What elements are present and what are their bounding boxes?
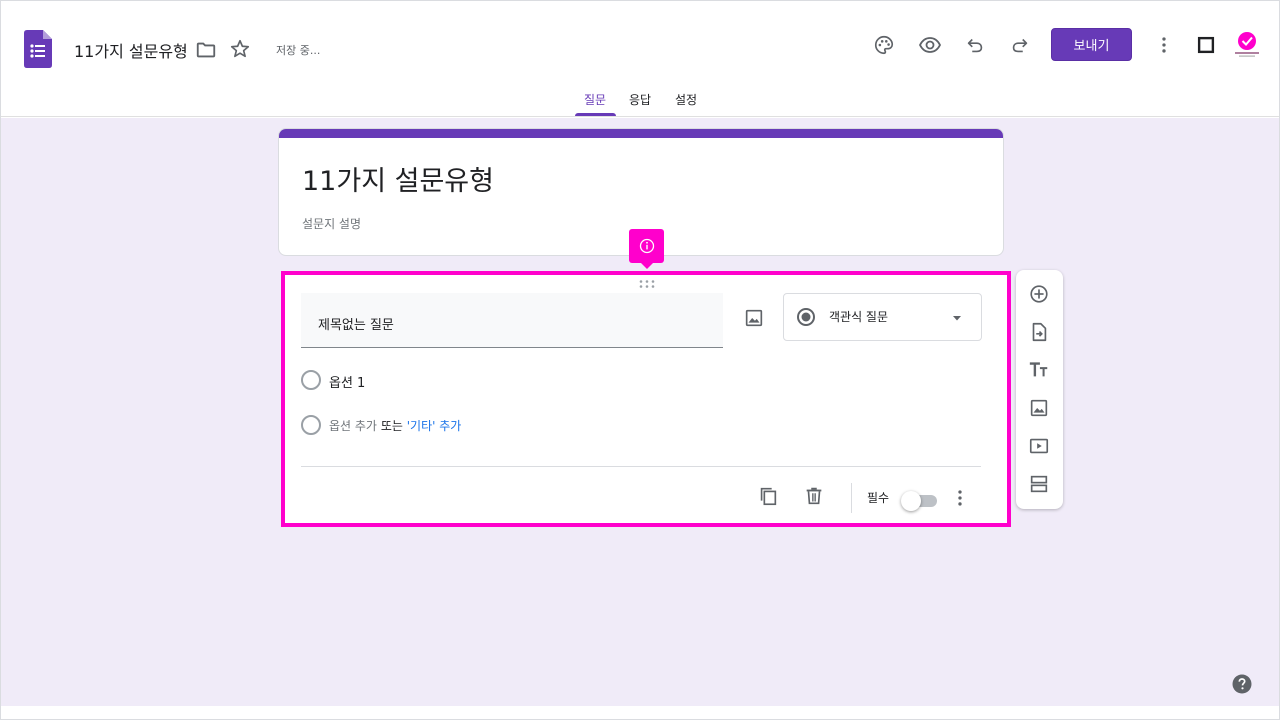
document-title[interactable]: 11가지 설문유형: [74, 38, 188, 62]
option-row[interactable]: 옵션 1: [301, 368, 501, 392]
folder-icon[interactable]: [195, 39, 217, 61]
undo-icon: [967, 38, 983, 53]
info-icon: [639, 238, 654, 254]
import-questions-icon[interactable]: [1028, 321, 1050, 343]
question-type-label: 객관식 질문: [829, 310, 889, 324]
preview-eye-icon: [918, 37, 942, 53]
form-title[interactable]: 11가지 설문유형: [302, 159, 494, 198]
option-label[interactable]: 옵션 1: [329, 372, 365, 391]
more-vert-icon[interactable]: [949, 487, 971, 509]
required-toggle[interactable]: [901, 490, 937, 511]
tab-responses[interactable]: 응답: [629, 91, 651, 117]
star-icon[interactable]: [229, 38, 251, 60]
add-image-icon[interactable]: [1028, 397, 1050, 419]
top-bar: 11가지 설문유형 저장 중... 보내기 질문 응답 설정: [1, 1, 1279, 117]
question-title-input[interactable]: 제목없는 질문: [301, 293, 723, 348]
more-vert-icon: [1162, 37, 1166, 53]
more-options-button[interactable]: [1152, 33, 1176, 57]
add-image-icon[interactable]: [743, 307, 765, 329]
footer-separator: [851, 483, 852, 513]
add-title-icon[interactable]: [1028, 359, 1050, 381]
required-label: 필수: [867, 491, 890, 505]
question-type-dropdown[interactable]: 객관식 질문: [783, 293, 982, 341]
add-video-icon[interactable]: [1028, 435, 1050, 457]
add-option-button[interactable]: 옵션 추가: [329, 419, 377, 433]
send-button[interactable]: 보내기: [1051, 28, 1132, 61]
redo-button[interactable]: [1008, 33, 1032, 57]
tab-settings[interactable]: 설정: [675, 91, 697, 117]
tab-bar: 질문 응답 설정: [1, 87, 1279, 117]
side-toolbar: [1016, 270, 1063, 509]
duplicate-icon[interactable]: [757, 485, 779, 507]
title-card-accent: [279, 129, 1003, 138]
radio-button-icon: [797, 308, 815, 326]
square-button[interactable]: [1194, 33, 1218, 57]
footer-divider: [301, 466, 981, 467]
form-description[interactable]: 설문지 설명: [302, 215, 361, 232]
delete-icon[interactable]: [803, 485, 825, 507]
forms-logo-icon[interactable]: [24, 30, 52, 68]
avatar[interactable]: [1233, 31, 1261, 59]
redo-icon: [1012, 38, 1028, 53]
or-text: 또는: [380, 419, 403, 433]
preview-button[interactable]: [918, 33, 942, 57]
question-card[interactable]: 제목없는 질문 객관식 질문 옵션 1 옵션 추가 또는 '기타' 추가 필수: [281, 271, 1011, 527]
option-radio-icon: [301, 415, 321, 435]
drag-handle-icon[interactable]: [637, 279, 657, 289]
add-option-text: 옵션 추가 또는 '기타' 추가: [329, 417, 461, 434]
palette-icon: [874, 35, 894, 55]
add-other-button[interactable]: '기타' 추가: [407, 419, 462, 433]
save-status: 저장 중...: [276, 44, 321, 57]
help-icon[interactable]: [1232, 674, 1252, 694]
bottom-strip: [1, 706, 1279, 719]
customize-theme-button[interactable]: [872, 33, 896, 57]
chevron-down-icon: [953, 316, 961, 321]
add-question-icon[interactable]: [1028, 283, 1050, 305]
question-title-text: 제목없는 질문: [318, 318, 394, 333]
active-tab-indicator: [575, 113, 616, 116]
toggle-thumb: [901, 491, 921, 511]
square-icon: [1197, 36, 1215, 54]
app-window: 11가지 설문유형 저장 중... 보내기 질문 응답 설정 11가지 설문유형…: [0, 0, 1280, 720]
add-option-row: 옵션 추가 또는 '기타' 추가: [301, 413, 601, 437]
undo-button[interactable]: [963, 33, 987, 57]
add-section-icon[interactable]: [1028, 473, 1050, 495]
info-badge: [629, 229, 664, 269]
option-radio-icon: [301, 370, 321, 390]
